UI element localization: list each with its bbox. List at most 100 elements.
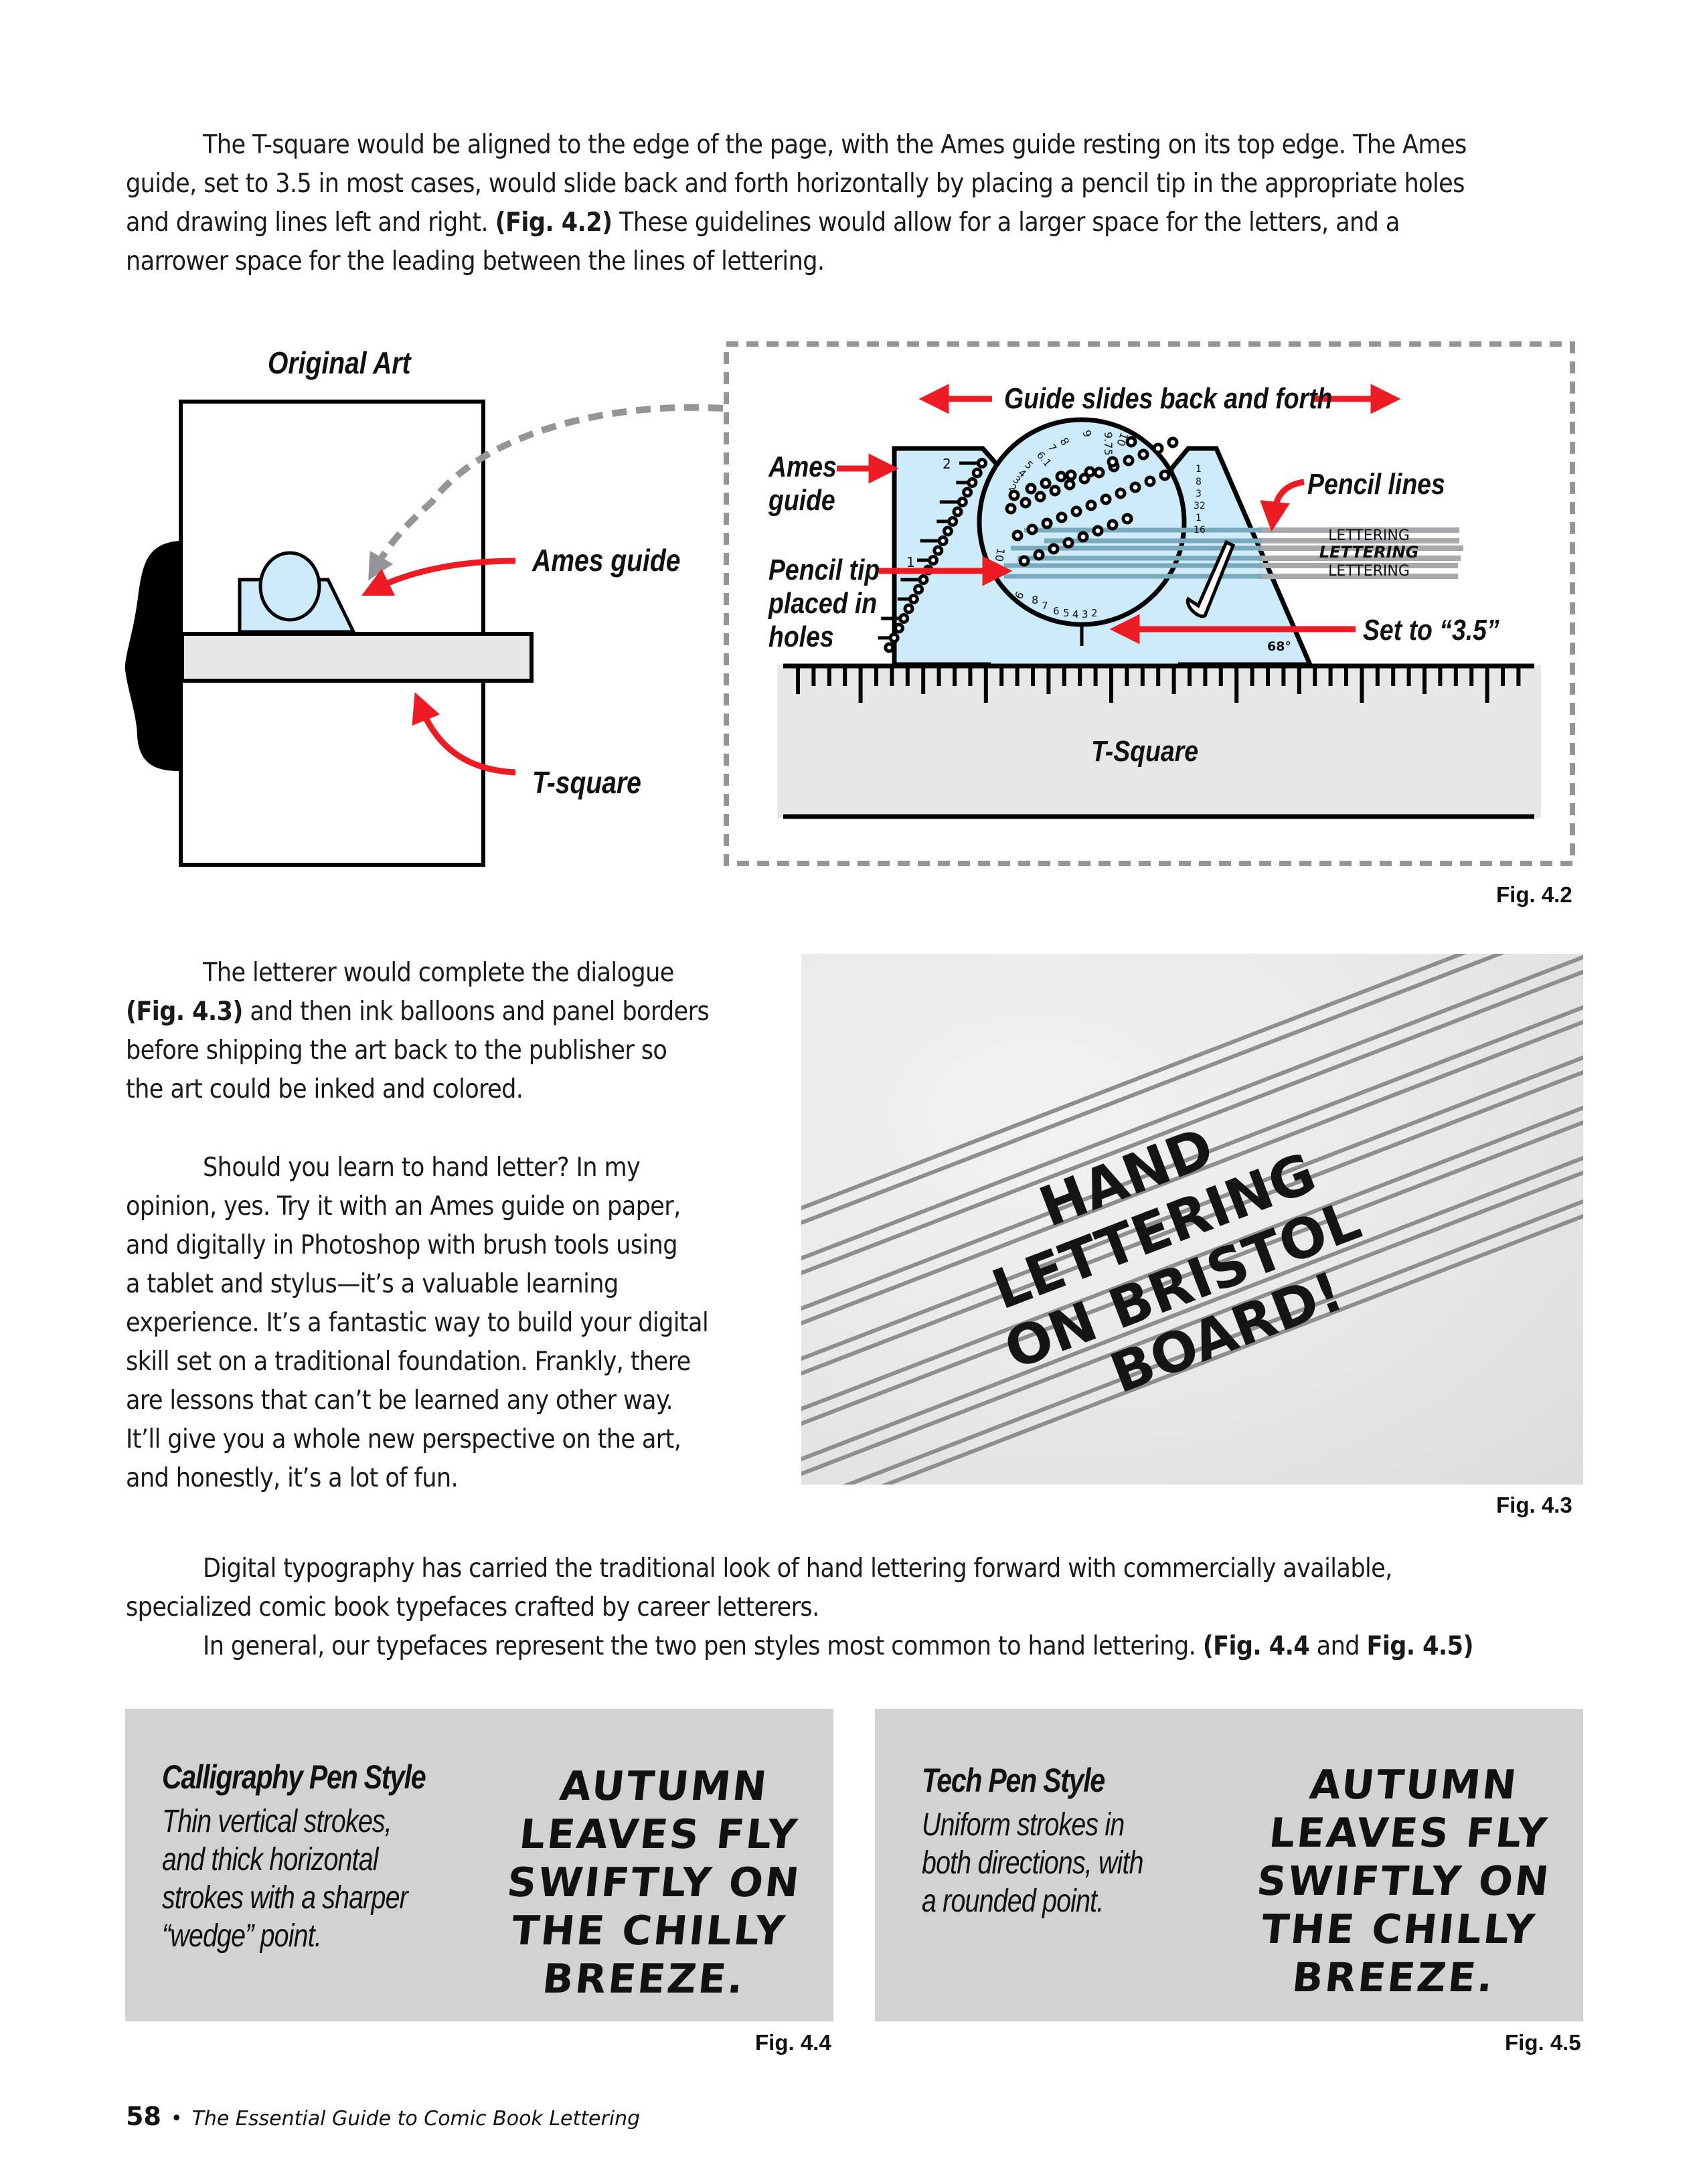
description-line: both directions, with [922,1845,1143,1881]
left-scale-hole [908,594,919,604]
dial-hole [1077,531,1089,543]
fig-4-3-reference: (Fig. 4.3) [126,997,243,1027]
dial-hole [1040,477,1052,489]
lettering-sample-3: LETTERING [1328,563,1410,580]
left-scale-label-2: 2 [943,456,951,472]
figure-4-2: Original Art Ames guide T-square Guide s… [125,341,1575,867]
small-ames-dial [258,551,321,622]
description-line: “wedge” point. [162,1918,322,1954]
sample-line: LEAVES FLY [517,1811,801,1858]
dial-hole [1062,537,1074,549]
dial-hole [1020,497,1032,509]
tsquare-detail-label: T-Square [1091,734,1198,768]
left-scale-hole [947,516,959,527]
left-scale-hole [942,525,953,537]
hand-lettering-photo: HAND LETTERING ON BRISTOL BOARD! [801,954,1583,1485]
left-scale-hole [967,477,978,488]
should-line: opinion, yes. Try it with an Ames guide … [126,1191,681,1222]
original-art-diagram: Original Art Ames guide T-square [125,346,724,867]
photo-lettering: HAND LETTERING ON BRISTOL BOARD! [984,1116,1369,1406]
tsquare-bar [180,632,534,683]
dial-hole [1055,471,1067,483]
ames-guide-label: Ames guide [532,543,680,578]
dial-hole [1005,503,1017,515]
letterer-line-1: The letterer would complete the dialogue [203,958,674,988]
should-line: It’ll give you a whole new perspective o… [126,1424,681,1454]
dial-hole [1123,454,1135,467]
lettering-samples: LETTERING LETTERING LETTERING [1319,527,1419,580]
dial-hole [1049,485,1061,497]
sample-line: BREEZE. [1290,1954,1497,2001]
dial-bottom-2: 2 [1091,607,1098,619]
tech-pen-description: Uniform strokes in both directions, with a… [922,1806,1143,1920]
dial-hole [1167,436,1179,448]
calligraphy-title: Calligraphy Pen Style [162,1758,426,1796]
should-line: a tablet and stylus—it’s a valuable lear… [126,1269,619,1299]
dial-hole [1100,493,1112,505]
dial-bottom-6: 6 [1053,605,1060,617]
fig-4-4-reference: (Fig. 4.4 [1202,1631,1310,1661]
dial-hole [1092,525,1104,537]
digital-line-3-and: and [1309,1631,1367,1661]
dial-bottom-7: 7 [1042,600,1048,612]
ames-label-line2: guide [768,483,835,517]
pencil-lines-arrow [1260,479,1305,532]
lettering-sample-2: LETTERING [1319,543,1419,562]
dial-hole [1159,469,1171,481]
dial-hole [1115,487,1127,499]
fraction-1-16-num: 1 [1196,513,1202,523]
digital-line-1: Digital typography has carried the tradi… [203,1553,1392,1584]
description-line: and thick horizontal [162,1842,379,1877]
fig-4-4-caption: Fig. 4.4 [755,2030,831,2055]
tsquare-label: T-square [532,766,641,801]
left-scale-hole [952,506,963,517]
dial-hole [1129,481,1141,493]
description-line: Uniform strokes in [922,1807,1125,1843]
fraction-1-8-den: 8 [1196,477,1202,487]
dial-hole [1064,479,1076,491]
sample-line: THE CHILLY [1258,1906,1539,1953]
page-number: 58 [126,2102,161,2131]
set-to-label: Set to “3.5” [1363,613,1499,647]
dial-hole [1085,499,1097,511]
dial-bottom-4: 4 [1072,608,1079,620]
should-line: and honestly, it’s a lot of fun. [126,1463,459,1493]
fig-4-2-caption: Fig. 4.2 [1496,882,1572,907]
dial-bottom-10: 10 [993,547,1007,562]
left-scale-hole [913,584,924,595]
should-line: are lessons that can’t be learned any ot… [126,1385,673,1416]
sample-line: LEAVES FLY [1267,1810,1551,1857]
left-scale-hole [893,622,904,634]
fraction-1-8-num: 1 [1196,464,1202,475]
should-line: and digitally in Photoshop with brush to… [126,1230,678,1260]
description-line: Thin vertical strokes, [162,1804,392,1839]
digital-line-3-text: In general, our typefaces represent the … [203,1631,1203,1661]
description-line: strokes with a sharper [162,1880,408,1916]
dial-hole [1018,555,1030,567]
dial-hole [1011,529,1024,541]
fraction-3-32-num: 3 [1196,489,1202,499]
sample-line: AUTUMN [1307,1762,1521,1809]
pencil-tip-line3: holes [768,620,834,653]
dial-bottom-3: 3 [1082,608,1088,620]
calligraphy-sample: AUTUMN LEAVES FLY SWIFTLY ON THE CHILLY BREE… [467,1762,841,2003]
left-scale-hole [884,642,895,653]
dial-hole [1033,549,1045,561]
letterer-line-3: before shipping the art back to the publ… [126,1035,667,1066]
photo-illustration: HAND LETTERING ON BRISTOL BOARD! [801,954,1583,1485]
left-scale-hole [932,545,944,556]
dial-hole [1144,475,1156,487]
dial-hole [1026,523,1038,535]
dial-label-9-75: 9.75 [1102,432,1115,456]
angle-label: 68° [1267,639,1291,654]
dial-hole [1152,442,1164,454]
left-scale-hole [971,467,983,479]
dial-hole [1121,513,1133,525]
slides-label: Guide slides back and forth [1004,382,1332,415]
should-line: experience. It’s a fantastic way to buil… [126,1308,709,1338]
footer-separator: • [170,2107,183,2130]
dial-hole [1065,469,1077,481]
tech-pen-sample: AUTUMN LEAVES FLY SWIFTLY ON THE CHILLY BREE… [1217,1761,1591,2002]
dial-hole [1025,483,1037,495]
description-line: a rounded point. [922,1883,1104,1919]
